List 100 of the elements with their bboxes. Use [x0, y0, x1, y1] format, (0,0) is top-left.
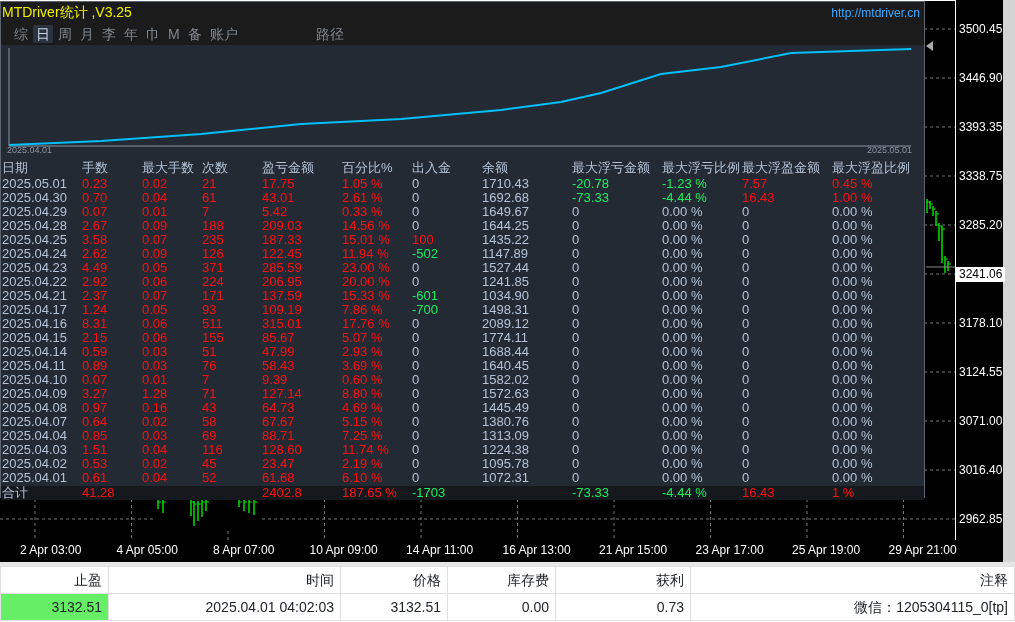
table-cell: 2.92 — [82, 274, 108, 289]
time-label: 14 Apr 11:00 — [406, 542, 475, 559]
period-tab[interactable]: 综 — [11, 25, 31, 43]
table-cell: 1.05 % — [342, 176, 383, 191]
table-cell: 122.45 — [262, 246, 302, 261]
table-cell: 0 — [412, 428, 420, 443]
table-cell: 45 — [202, 456, 217, 471]
period-tab[interactable]: 巾 — [143, 25, 163, 43]
table-cell: 2025.04.28 — [2, 218, 68, 233]
table-cell: 285.59 — [262, 260, 302, 275]
column-header: 最大浮亏金额 — [571, 159, 651, 177]
table-cell: 0.00 % — [662, 274, 703, 289]
table-cell: 0.00 % — [832, 358, 873, 373]
table-cell: 2025.04.09 — [2, 386, 68, 401]
table-cell: 0.06 — [142, 316, 168, 331]
period-tab[interactable]: 日 — [33, 25, 53, 43]
table-cell: 2089.12 — [482, 316, 529, 331]
path-button[interactable]: 路径 — [312, 25, 347, 43]
table-cell: 1649.67 — [482, 204, 529, 219]
table-cell: 0.00 % — [662, 386, 703, 401]
table-cell: 0.45 % — [832, 176, 873, 191]
table-cell: 0.00 % — [832, 288, 873, 303]
table-cell: 2.62 — [82, 246, 108, 261]
period-tab[interactable]: 账户 — [206, 25, 241, 43]
current-price-label: 3241.06 — [956, 267, 1006, 282]
table-cell: 0.61 — [82, 470, 108, 485]
table-cell: 0.00 % — [832, 344, 873, 359]
table-cell: 1774.11 — [482, 330, 529, 345]
table-cell: 0.04 — [142, 190, 168, 205]
table-cell: 2025.04.07 — [2, 414, 68, 429]
table-cell: 0 — [742, 204, 750, 219]
column-header: 库存费 — [447, 566, 556, 594]
table-cell: 1572.63 — [482, 386, 529, 401]
table-cell: 0.00 % — [832, 372, 873, 387]
table-cell: 0 — [742, 428, 750, 443]
table-cell: 1241.85 — [482, 274, 529, 289]
table-cell: 2025.04.24 — [2, 246, 68, 261]
table-cell: 100 — [412, 232, 434, 247]
table-cell: 2025.04.17 — [2, 302, 68, 317]
table-cell: 0.85 — [82, 428, 108, 443]
table-cell: 0.01 — [142, 204, 168, 219]
period-tab[interactable]: 李 — [99, 25, 119, 43]
table-cell: 3132.51 — [340, 593, 448, 621]
table-cell: 7.57 — [742, 176, 768, 191]
period-tab[interactable]: 月 — [77, 25, 97, 43]
table-cell: 0 — [412, 470, 420, 485]
table-cell: 23.47 — [262, 456, 295, 471]
table-cell: 0 — [572, 330, 580, 345]
table-cell: 8.31 — [82, 316, 108, 331]
table-cell: 5.42 — [262, 204, 288, 219]
table-cell: 0.00 % — [832, 218, 873, 233]
table-cell: 1435.22 — [482, 232, 529, 247]
table-cell: 43.01 — [262, 190, 295, 205]
table-cell: 15.01 % — [342, 232, 390, 247]
table-cell: 1710.43 — [482, 176, 529, 191]
url-link[interactable]: http://mtdriver.cn — [831, 3, 920, 22]
table-cell: 1688.44 — [482, 344, 529, 359]
table-cell: 2025.04.16 — [2, 316, 68, 331]
table-cell: 43 — [202, 400, 217, 415]
table-cell: 2025.04.01 04:02:03 — [108, 593, 341, 621]
table-cell: 1640.45 — [482, 358, 529, 373]
table-cell: 2025.04.22 — [2, 274, 68, 289]
table-cell: 0.89 — [82, 358, 108, 373]
table-cell: 2025.04.10 — [2, 372, 68, 387]
time-label: 21 Apr 15:00 — [599, 542, 669, 559]
table-cell: 0 — [572, 386, 580, 401]
period-tab[interactable]: M — [165, 25, 183, 43]
table-cell: 0.00 % — [832, 302, 873, 317]
table-cell: 67.67 — [262, 414, 295, 429]
table-cell: -502 — [412, 246, 439, 261]
total-cell: 合计 — [2, 485, 28, 500]
table-cell: 0 — [572, 470, 580, 485]
table-cell: 0.59 — [82, 344, 108, 359]
table-cell: 0 — [412, 274, 420, 289]
table-cell: 0.00 % — [662, 288, 703, 303]
price-label: 3393.35 — [958, 119, 1003, 135]
price-label: 3338.75 — [958, 168, 1003, 184]
table-cell: 0.01 — [142, 372, 168, 387]
price-label: 3285.20 — [958, 217, 1003, 233]
total-cell: 1 % — [832, 485, 855, 500]
table-cell: 1095.78 — [482, 456, 529, 471]
table-cell: 0 — [412, 400, 420, 415]
table-cell: 0.00 % — [662, 330, 703, 345]
column-header: 止盈 — [0, 566, 109, 594]
table-cell: 0 — [572, 344, 580, 359]
table-cell: 0 — [412, 414, 420, 429]
table-cell: 0.00 % — [662, 246, 703, 261]
period-tab[interactable]: 备 — [184, 25, 205, 43]
table-cell: 0 — [742, 218, 750, 233]
period-tab[interactable]: 年 — [121, 25, 141, 43]
table-cell: 0.16 — [142, 400, 168, 415]
price-label: 3071.00 — [958, 413, 1003, 429]
table-cell: 8.80 % — [342, 386, 383, 401]
table-cell: 17.76 % — [342, 316, 390, 331]
period-tab[interactable]: 周 — [55, 25, 75, 43]
table-cell: 5.15 % — [342, 414, 383, 429]
table-cell: 0.02 — [142, 176, 168, 191]
column-header: 时间 — [108, 566, 341, 594]
table-cell: 3.69 % — [342, 358, 383, 373]
table-cell: 0.00 % — [832, 456, 873, 471]
